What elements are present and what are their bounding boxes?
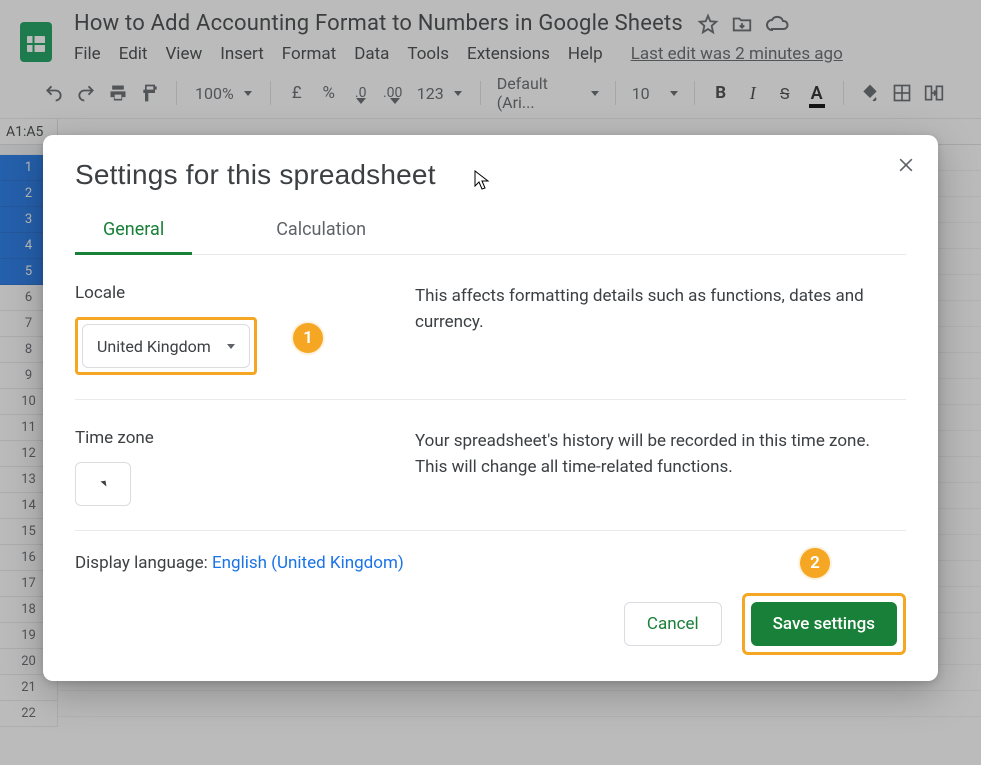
timezone-label: Time zone xyxy=(75,428,375,448)
tab-calculation[interactable]: Calculation xyxy=(248,219,394,254)
dialog-tabs: General Calculation xyxy=(75,219,906,255)
locale-value: United Kingdom xyxy=(97,337,211,356)
locale-dropdown[interactable]: United Kingdom xyxy=(82,324,250,368)
dialog-title: Settings for this spreadsheet xyxy=(75,159,906,191)
mouse-cursor-icon xyxy=(474,170,490,190)
annotation-highlight-save: Save settings xyxy=(742,593,906,655)
timezone-help-text: Your spreadsheet's history will be recor… xyxy=(415,428,906,506)
locale-help-text: This affects formatting details such as … xyxy=(415,283,906,375)
timezone-dropdown[interactable] xyxy=(75,462,131,506)
locale-label: Locale xyxy=(75,283,375,303)
display-language-link[interactable]: English (United Kingdom) xyxy=(212,553,404,573)
locale-section: Locale United Kingdom 1 This affects for… xyxy=(75,255,906,400)
chevron-down-icon xyxy=(100,481,106,488)
timezone-section: Time zone Your spreadsheet's history wil… xyxy=(75,400,906,531)
close-icon[interactable] xyxy=(896,155,916,175)
dialog-actions: 2 Cancel Save settings xyxy=(75,593,906,655)
chevron-down-icon xyxy=(227,344,235,349)
annotation-badge-2: 2 xyxy=(800,548,830,578)
cancel-button[interactable]: Cancel xyxy=(624,602,722,646)
tab-general[interactable]: General xyxy=(75,219,192,254)
save-settings-button[interactable]: Save settings xyxy=(751,602,897,646)
dialog-backdrop: Settings for this spreadsheet General Ca… xyxy=(0,0,981,765)
settings-dialog: Settings for this spreadsheet General Ca… xyxy=(43,135,938,681)
display-language-prefix: Display language: xyxy=(75,553,212,573)
annotation-badge-1: 1 xyxy=(293,323,323,353)
display-language-row: Display language: English (United Kingdo… xyxy=(75,531,906,573)
annotation-highlight-locale: United Kingdom xyxy=(75,317,257,375)
